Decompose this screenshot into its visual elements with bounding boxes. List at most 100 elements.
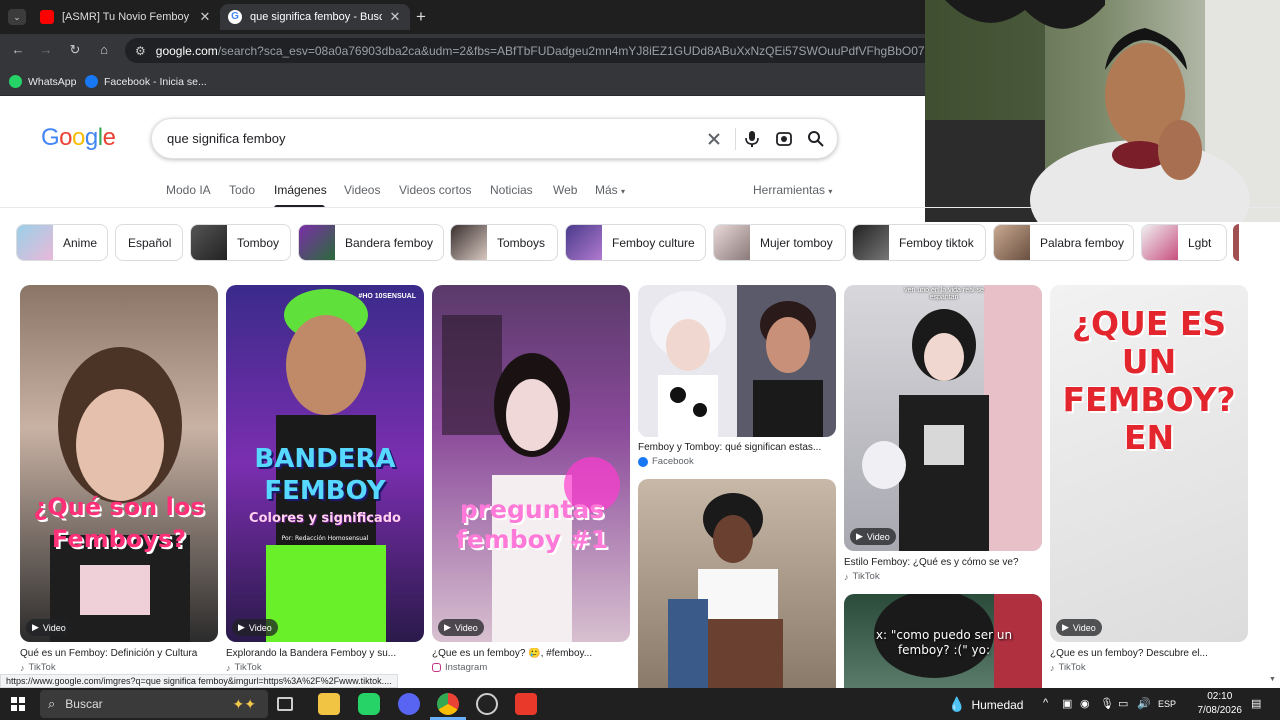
address-bar[interactable]: ⚙ google.com/search?sca_esv=08a0a76903db… bbox=[125, 38, 925, 63]
result-image-6[interactable]: ven uno en la vida real se espantan ▶ Vid… bbox=[844, 285, 1042, 551]
result-image-2[interactable]: #HO 10SENSUAL BANDERA FEMBOY Colores y s… bbox=[226, 285, 424, 642]
clock[interactable]: 02:10 7/08/2026 bbox=[1198, 690, 1243, 718]
chip-femboy-culture[interactable]: Femboy culture bbox=[565, 224, 706, 261]
language-indicator[interactable]: ESP bbox=[1158, 699, 1176, 709]
network-status-icon[interactable]: ◉ bbox=[1080, 697, 1090, 710]
result-source[interactable]: Instagram bbox=[432, 662, 487, 673]
result-caption[interactable]: Explorando la Bandera Femboy y su... bbox=[226, 648, 424, 659]
bookmark-whatsapp[interactable]: WhatsApp bbox=[9, 73, 76, 90]
video-badge: ▶ Video bbox=[850, 528, 896, 545]
bookmark-facebook[interactable]: Facebook - Inicia se... bbox=[85, 73, 207, 90]
search-icon[interactable] bbox=[806, 129, 826, 149]
tab-noticias[interactable]: Noticias bbox=[490, 183, 533, 197]
search-input[interactable]: que significa femboy bbox=[167, 131, 286, 146]
network-icon[interactable]: ▭ bbox=[1118, 697, 1128, 710]
clear-icon[interactable] bbox=[704, 129, 724, 149]
result-image-7[interactable]: x: "como puedo ser un femboy? :(" yo: bbox=[844, 594, 1042, 688]
result-source[interactable]: ♪ TikTok bbox=[226, 662, 262, 673]
tab-search-icon[interactable]: ⌄ bbox=[8, 9, 26, 25]
chip-femboy-tiktok[interactable]: Femboy tiktok bbox=[852, 224, 986, 261]
tab-title: [ASMR] Tu Novio Femboy se po bbox=[62, 11, 192, 23]
close-icon[interactable]: ✕ bbox=[198, 9, 212, 25]
volume-icon[interactable]: 🔊 bbox=[1137, 697, 1151, 710]
browser-toolbar: ← → ↻ ⌂ ⚙ google.com/search?sca_esv=08a0… bbox=[0, 34, 925, 67]
task-view-icon[interactable] bbox=[277, 697, 293, 711]
result-image-5[interactable] bbox=[638, 479, 836, 688]
microphone-icon[interactable] bbox=[742, 129, 762, 149]
chip-overflow[interactable] bbox=[1233, 224, 1239, 261]
chip-lgbt[interactable]: Lgbt bbox=[1141, 224, 1227, 261]
result-image-1[interactable]: ¿Qué son los Femboys? ▶ Video bbox=[20, 285, 218, 642]
obs-icon[interactable] bbox=[476, 693, 498, 715]
chip-thumbnail bbox=[299, 225, 335, 260]
tab-title: que significa femboy - Buscar c bbox=[250, 11, 382, 23]
chip-tomboys[interactable]: Tomboys bbox=[450, 224, 558, 261]
result-image-8[interactable]: ¿QUE ES UN FEMBOY? EN ▶ Video bbox=[1050, 285, 1248, 642]
result-image-4[interactable] bbox=[638, 285, 836, 437]
chip-bandera-femboy[interactable]: Bandera femboy bbox=[298, 224, 444, 261]
result-caption[interactable]: ¿Que es un femboy? Descubre el... bbox=[1050, 648, 1248, 659]
taskbar-search[interactable]: ⌕ Buscar ✦✦ bbox=[40, 690, 268, 718]
chip-espanol[interactable]: Español bbox=[115, 224, 183, 261]
chip-palabra-femboy[interactable]: Palabra femboy bbox=[993, 224, 1134, 261]
home-icon[interactable]: ⌂ bbox=[95, 41, 113, 59]
facebook-icon bbox=[638, 456, 648, 467]
tools-button[interactable]: Herramientas ▾ bbox=[753, 183, 832, 197]
google-logo[interactable]: Google bbox=[41, 124, 116, 152]
result-source[interactable]: ♪ TikTok bbox=[1050, 662, 1086, 673]
show-hidden-icons[interactable]: ^ bbox=[1043, 697, 1048, 709]
windows-taskbar: ⌕ Buscar ✦✦ 💧 Humedad ^ ▣ ◉ 🎙 ▭ 🔊 ESP 02… bbox=[0, 688, 1280, 720]
result-source[interactable]: ♪ TikTok bbox=[844, 571, 880, 582]
tab-videos[interactable]: Videos bbox=[344, 183, 380, 197]
tab-todo[interactable]: Todo bbox=[229, 183, 255, 197]
chip-mujer-tomboy[interactable]: Mujer tomboy bbox=[713, 224, 846, 261]
tab-imagenes[interactable]: Imágenes bbox=[274, 183, 327, 197]
tab-videos-cortos[interactable]: Videos cortos bbox=[399, 183, 472, 197]
tab-web[interactable]: Web bbox=[553, 183, 577, 197]
tray-app-icon[interactable]: ▣ bbox=[1062, 697, 1072, 710]
windows-start-icon[interactable] bbox=[11, 697, 25, 711]
video-badge: ▶ Video bbox=[232, 619, 278, 636]
back-icon[interactable]: ← bbox=[9, 41, 27, 59]
whatsapp-icon bbox=[9, 75, 22, 88]
browser-tab-2[interactable]: G que significa femboy - Buscar c ✕ bbox=[220, 4, 410, 30]
result-caption[interactable]: Qué es un Femboy: Definición y Cultura bbox=[20, 648, 218, 659]
result-thumbnail bbox=[668, 493, 783, 688]
microphone-icon[interactable]: 🎙 bbox=[1100, 697, 1114, 710]
notifications-icon[interactable]: ▤ bbox=[1251, 697, 1261, 710]
scrollbar-down-arrow[interactable]: ▼ bbox=[1269, 676, 1276, 683]
chip-tomboy[interactable]: Tomboy bbox=[190, 224, 291, 261]
lens-camera-icon[interactable] bbox=[774, 129, 794, 149]
result-caption[interactable]: Femboy y Tomboy: qué significan estas... bbox=[638, 442, 836, 453]
tab-mas[interactable]: Más ▾ bbox=[595, 183, 625, 197]
result-source[interactable]: ♪ TikTok bbox=[20, 662, 56, 673]
search-box[interactable]: que significa femboy bbox=[151, 118, 838, 159]
result-overlay-text: x: "como puedo ser un femboy? :(" yo: bbox=[875, 628, 1013, 657]
result-source[interactable]: Facebook bbox=[638, 456, 694, 467]
site-info-icon[interactable]: ⚙ bbox=[135, 44, 146, 58]
discord-icon[interactable] bbox=[398, 693, 420, 715]
tiktok-icon: ♪ bbox=[1050, 662, 1055, 673]
file-explorer-icon[interactable] bbox=[318, 693, 340, 715]
chip-thumbnail bbox=[451, 225, 487, 260]
reload-icon[interactable]: ↻ bbox=[66, 41, 84, 59]
link-status-url: https://www.google.com/imgres?q=que sign… bbox=[0, 674, 398, 688]
whatsapp-icon[interactable] bbox=[358, 693, 380, 715]
browser-tab-1[interactable]: [ASMR] Tu Novio Femboy se po ✕ bbox=[32, 4, 220, 30]
result-caption[interactable]: ¿Que es un femboy? 🥲, #femboy... bbox=[432, 648, 630, 659]
weather-widget[interactable]: 💧 Humedad bbox=[948, 696, 1023, 713]
tab-modo-ia[interactable]: Modo IA bbox=[166, 183, 211, 197]
chip-anime[interactable]: Anime bbox=[16, 224, 108, 261]
webcam-person-image bbox=[925, 0, 1280, 222]
result-overlay-text: preguntas femboy #1 bbox=[455, 495, 609, 554]
forward-icon[interactable]: → bbox=[37, 41, 55, 59]
facebook-icon bbox=[85, 75, 98, 88]
app-icon[interactable] bbox=[515, 693, 537, 715]
chrome-icon[interactable] bbox=[437, 693, 459, 715]
search-type-tabs: Modo IA Todo Imágenes Videos Videos cort… bbox=[0, 176, 925, 208]
close-icon[interactable]: ✕ bbox=[388, 9, 402, 25]
result-image-3[interactable]: preguntas femboy #1 ▶ Video bbox=[432, 285, 630, 642]
play-icon: ▶ bbox=[856, 531, 863, 541]
new-tab-button[interactable]: + bbox=[416, 7, 426, 27]
result-caption[interactable]: Estilo Femboy: ¿Qué es y cómo se ve? bbox=[844, 557, 1042, 568]
